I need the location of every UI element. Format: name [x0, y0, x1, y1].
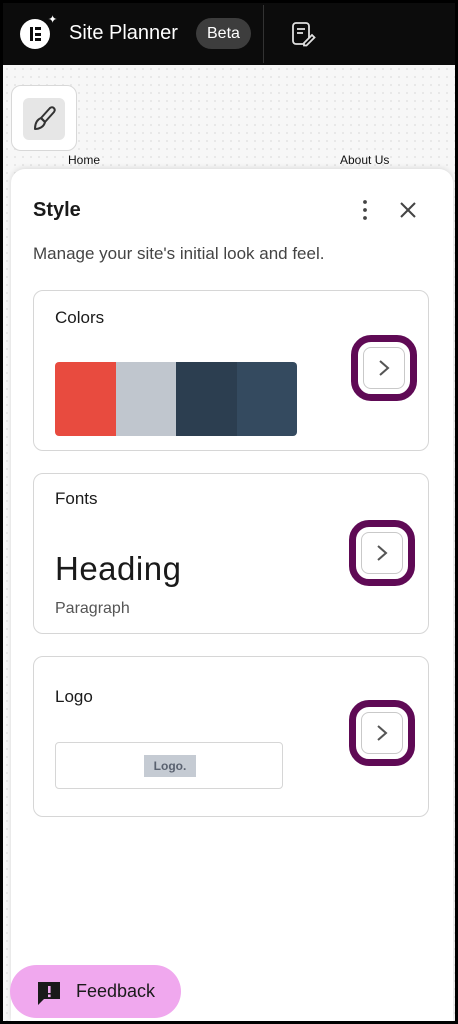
feedback-label: Feedback [76, 981, 156, 1001]
divider [263, 5, 264, 63]
chevron-right-icon [379, 360, 390, 376]
color-swatch [55, 362, 116, 436]
logo-open-button[interactable] [349, 700, 415, 766]
app-frame: ✦ Site Planner Beta Home About Us Style [3, 3, 455, 1021]
colors-open-button[interactable] [351, 335, 417, 401]
notes-edit-icon[interactable] [290, 21, 316, 47]
fonts-title: Fonts [55, 489, 98, 508]
style-toggle-button[interactable] [11, 85, 77, 151]
logo-title: Logo [55, 687, 93, 706]
heading-font-sample: Heading [55, 550, 182, 587]
panel-title: Style [33, 199, 81, 221]
app-title: Site Planner [69, 22, 178, 44]
top-bar: ✦ Site Planner Beta [3, 3, 455, 65]
logo-section[interactable]: Logo Logo. [33, 656, 429, 817]
chevron-right-icon [377, 545, 388, 561]
color-swatch [115, 362, 176, 436]
panel-subtitle: Manage your site's initial look and feel… [33, 244, 325, 263]
feedback-icon [38, 982, 60, 1005]
brush-icon [34, 106, 56, 130]
style-toggle-inner [23, 98, 65, 140]
fonts-open-button[interactable] [349, 520, 415, 586]
elementor-logo-icon[interactable] [20, 19, 50, 49]
page-label-about[interactable]: About Us [340, 153, 389, 167]
colors-title: Colors [55, 308, 105, 327]
paragraph-font-sample: Paragraph [55, 600, 130, 617]
sparkle-icon: ✦ [48, 14, 58, 26]
feedback-button[interactable]: Feedback [10, 965, 181, 1018]
color-swatch [176, 362, 237, 436]
colors-section[interactable]: Colors [33, 290, 429, 451]
logo-placeholder: Logo. [144, 755, 196, 777]
close-icon[interactable] [397, 199, 419, 221]
chevron-right-icon [377, 725, 388, 741]
page-label-home[interactable]: Home [68, 153, 100, 167]
logo-preview: Logo. [55, 742, 283, 789]
fonts-section[interactable]: Fonts Heading Paragraph [33, 473, 429, 634]
color-palette [55, 362, 297, 436]
color-swatch [236, 362, 297, 436]
style-panel: Style Manage your site's initial look an… [11, 169, 453, 1021]
beta-badge: Beta [196, 18, 251, 49]
more-vertical-icon[interactable] [355, 197, 375, 223]
